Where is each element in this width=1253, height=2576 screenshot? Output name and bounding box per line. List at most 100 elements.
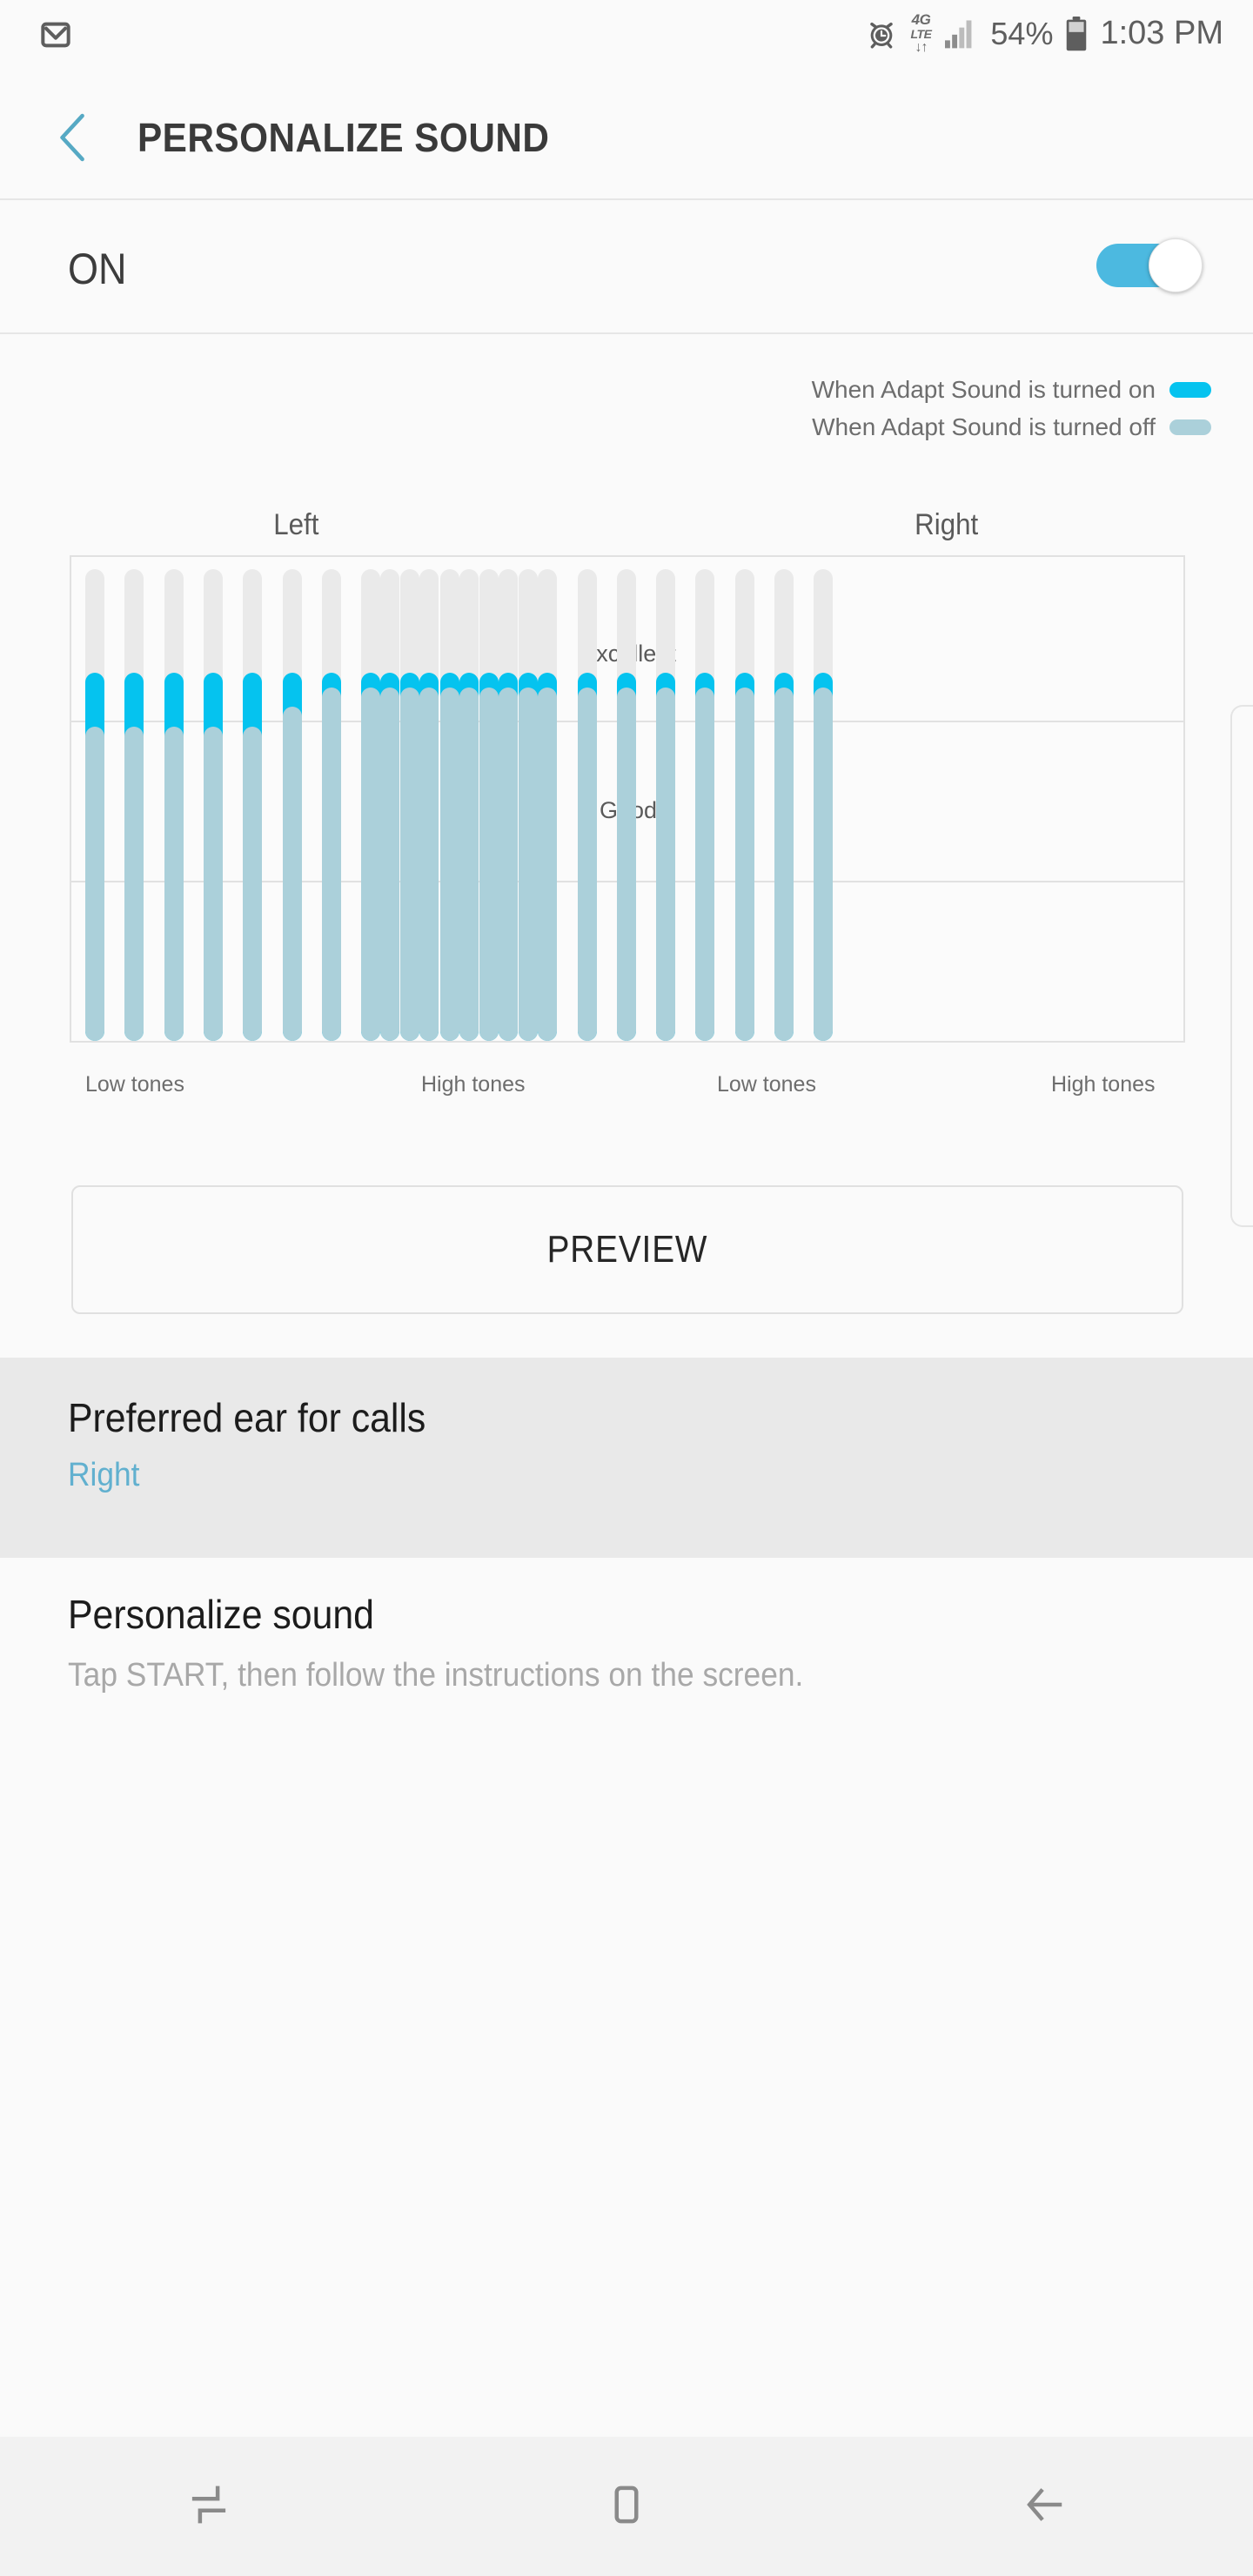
network-label-top: 4G xyxy=(911,11,931,28)
chart-bar-left-8 xyxy=(361,557,381,1041)
chart-bar-segment-off xyxy=(459,688,479,1041)
phone-screen: 4G LTE ↓↑ 54% 1:03 PM PERSONALIZE SOUND … xyxy=(0,0,1253,2576)
legend-item-off: When Adapt Sound is turned off xyxy=(812,413,1211,441)
recents-icon xyxy=(185,2481,232,2532)
signal-bars-icon xyxy=(943,18,978,50)
recents-button[interactable] xyxy=(0,2437,418,2576)
clock-label: 1:03 PM xyxy=(1100,15,1223,51)
chart-bar-segment-off xyxy=(282,707,302,1041)
chart-channel-label-right: Right xyxy=(915,508,979,541)
adapt-sound-toggle-label: ON xyxy=(68,245,127,293)
chart-legend: When Adapt Sound is turned on When Adapt… xyxy=(812,376,1211,441)
adapt-sound-chart: Excellent Good xyxy=(70,555,1185,1043)
personalize-sound-title: Personalize sound xyxy=(68,1592,374,1637)
chart-bar-left-4 xyxy=(203,557,223,1041)
network-type-icon: 4G LTE ↓↑ xyxy=(911,12,932,55)
chart-bar-right-8 xyxy=(656,557,676,1041)
back-chevron-icon[interactable] xyxy=(54,112,94,163)
chart-bar-left-1 xyxy=(85,557,104,1041)
chart-bar-segment-off xyxy=(85,726,104,1041)
chart-bar-segment-off xyxy=(774,688,794,1041)
chart-bar-segment-off xyxy=(695,688,715,1041)
chart-bar-segment-off xyxy=(380,688,399,1041)
alarm-clock-icon xyxy=(864,17,899,51)
preferred-ear-row[interactable]: Preferred ear for calls Right xyxy=(0,1358,1253,1558)
chart-bar-segment-off xyxy=(400,688,420,1041)
chart-bar-right-4 xyxy=(498,557,518,1041)
personalize-sound-subtitle: Tap START, then follow the instructions … xyxy=(68,1657,804,1694)
chart-bar-segment-off xyxy=(656,688,676,1041)
switch-knob xyxy=(1149,238,1203,292)
chart-bar-right-10 xyxy=(734,557,754,1041)
toggle-row-divider xyxy=(0,332,1253,334)
chart-bar-segment-off xyxy=(124,726,144,1041)
chart-bar-segment-off xyxy=(321,688,341,1041)
network-arrows: ↓↑ xyxy=(915,40,928,55)
preferred-ear-title: Preferred ear for calls xyxy=(68,1395,426,1440)
chart-bar-segment-off xyxy=(814,688,834,1041)
battery-icon xyxy=(1065,16,1088,51)
personalize-sound-row[interactable]: Personalize sound Tap START, then follow… xyxy=(0,1558,1253,1749)
chart-bar-left-3 xyxy=(164,557,184,1041)
chart-bar-segment-off xyxy=(439,688,459,1041)
adapt-sound-switch[interactable] xyxy=(1096,238,1203,292)
chart-bar-left-12 xyxy=(519,557,539,1041)
status-bar: 4G LTE ↓↑ 54% 1:03 PM xyxy=(0,0,1253,77)
chart-bar-right-6 xyxy=(577,557,597,1041)
chart-bar-left-11 xyxy=(479,557,499,1041)
status-bar-notifications xyxy=(38,17,73,52)
chart-bar-right-12 xyxy=(814,557,834,1041)
gmail-icon xyxy=(38,17,73,52)
chart-bar-left-7 xyxy=(321,557,341,1041)
legend-swatch-off xyxy=(1169,419,1211,435)
chart-channel-label-left: Left xyxy=(273,508,319,541)
chart-bar-left-10 xyxy=(439,557,459,1041)
tone-label-left-high: High tones xyxy=(421,1072,526,1097)
chart-bar-segment-off xyxy=(243,726,263,1041)
chart-bar-left-5 xyxy=(243,557,263,1041)
preview-button[interactable]: PREVIEW xyxy=(71,1185,1183,1314)
legend-item-on: When Adapt Sound is turned on xyxy=(812,376,1211,404)
chart-bar-segment-off xyxy=(734,688,754,1041)
home-icon xyxy=(603,2481,650,2532)
preferred-ear-value: Right xyxy=(68,1457,140,1493)
chart-bar-segment-off xyxy=(577,688,597,1041)
chart-bar-right-2 xyxy=(419,557,439,1041)
page-title: PERSONALIZE SOUND xyxy=(137,115,550,160)
chart-bar-right-11 xyxy=(774,557,794,1041)
preview-button-label: PREVIEW xyxy=(546,1228,708,1271)
legend-label-off: When Adapt Sound is turned off xyxy=(812,413,1156,440)
tone-label-right-low: Low tones xyxy=(717,1072,816,1097)
tone-label-right-high: High tones xyxy=(1051,1072,1156,1097)
network-label-bottom: LTE xyxy=(910,27,932,41)
legend-label-on: When Adapt Sound is turned on xyxy=(811,376,1156,403)
legend-swatch-on xyxy=(1169,382,1211,398)
chart-bar-segment-off xyxy=(419,688,439,1041)
battery-percent-label: 54% xyxy=(990,15,1054,51)
chart-bar-right-3 xyxy=(459,557,479,1041)
chart-bar-right-9 xyxy=(695,557,715,1041)
page-scrollbar[interactable] xyxy=(1230,705,1253,1227)
chart-bar-segment-off xyxy=(479,688,499,1041)
chart-bar-segment-off xyxy=(164,726,184,1041)
chart-bar-right-7 xyxy=(616,557,636,1041)
chart-bar-left-2 xyxy=(124,557,144,1041)
adapt-sound-toggle-row[interactable]: ON xyxy=(0,200,1253,332)
chart-bar-segment-off xyxy=(538,688,558,1041)
chart-bar-right-5 xyxy=(538,557,558,1041)
chart-bar-segment-off xyxy=(519,688,539,1041)
title-bar: PERSONALIZE SOUND xyxy=(0,77,1253,198)
chart-bar-left-9 xyxy=(400,557,420,1041)
android-nav-bar xyxy=(0,2437,1253,2576)
chart-bar-segment-off xyxy=(616,688,636,1041)
chart-bar-segment-off xyxy=(498,688,518,1041)
back-arrow-icon xyxy=(1021,2481,1068,2532)
chart-bar-right-1 xyxy=(380,557,399,1041)
content-filler xyxy=(0,1749,1253,2437)
back-button[interactable] xyxy=(835,2437,1253,2576)
chart-bar-segment-off xyxy=(361,688,381,1041)
home-button[interactable] xyxy=(418,2437,835,2576)
status-bar-system-icons: 4G LTE ↓↑ 54% 1:03 PM xyxy=(864,12,1223,55)
tone-label-left-low: Low tones xyxy=(85,1072,184,1097)
chart-bar-segment-off xyxy=(203,726,223,1041)
